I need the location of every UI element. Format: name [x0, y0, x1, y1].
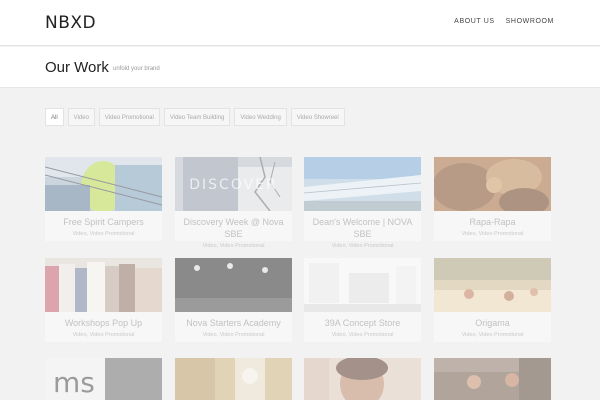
project-card-row3-1[interactable]: ms: [45, 358, 162, 400]
filter-video-team-building[interactable]: Video Team Building: [163, 108, 231, 126]
project-title[interactable]: Free Spirit Campers: [45, 216, 162, 228]
project-card-nova-starters-academy[interactable]: Nova Starters Academy Video, Video Promo…: [175, 258, 292, 342]
project-thumbnail[interactable]: [304, 258, 421, 312]
filter-video-showreel[interactable]: Video Showreel: [290, 108, 345, 126]
project-categories: Video, Video Promotional: [72, 231, 135, 237]
project-card-row3-3[interactable]: [304, 358, 421, 400]
project-card-free-spirit-campers[interactable]: Free Spirit Campers Video, Video Promoti…: [45, 157, 162, 241]
project-categories: Video, Video Promotional: [331, 243, 394, 249]
project-card-discovery-week[interactable]: DISCOVER Discovery Week @ Nova SBE Video…: [175, 157, 292, 249]
filter-all[interactable]: All: [45, 108, 64, 126]
main-nav: ABOUT US SHOWROOM: [454, 18, 554, 25]
portfolio-filters: All Video Video Promotional Video Team B…: [45, 108, 345, 126]
project-categories: Video, Video Promotional: [72, 332, 135, 338]
project-card-row3-4[interactable]: [434, 358, 551, 400]
filter-video-wedding[interactable]: Video Wedding: [234, 108, 287, 126]
project-title[interactable]: Dean's Welcome | NOVA SBE: [304, 216, 421, 240]
page-title-bar: Our Work unfold your brand: [0, 47, 600, 88]
project-thumbnail[interactable]: [434, 157, 551, 211]
project-thumbnail[interactable]: [45, 258, 162, 312]
project-categories: Video, Video Promotional: [461, 332, 524, 338]
filter-video-promotional[interactable]: Video Promotional: [98, 108, 160, 126]
project-card-origama[interactable]: Origama Video, Video Promotional: [434, 258, 551, 342]
nav-showroom[interactable]: SHOWROOM: [506, 18, 554, 25]
project-thumbnail[interactable]: DISCOVER: [175, 157, 292, 211]
project-thumbnail[interactable]: [434, 358, 551, 400]
project-title[interactable]: Workshops Pop Up: [45, 317, 162, 329]
project-title[interactable]: Nova Starters Academy: [175, 317, 292, 329]
project-card-rapa-rapa[interactable]: Rapa-Rapa Video, Video Promotional: [434, 157, 551, 241]
project-thumbnail[interactable]: [175, 258, 292, 312]
site-logo[interactable]: NBXD: [45, 13, 96, 33]
project-thumbnail[interactable]: [304, 358, 421, 400]
project-thumbnail[interactable]: [434, 258, 551, 312]
project-title[interactable]: Discovery Week @ Nova SBE: [175, 216, 292, 240]
project-thumbnail[interactable]: [175, 358, 292, 400]
project-title[interactable]: Origama: [434, 317, 551, 329]
project-title[interactable]: Rapa-Rapa: [434, 216, 551, 228]
project-card-39a-concept-store[interactable]: 39A Concept Store Video, Video Promotion…: [304, 258, 421, 342]
site-header: NBXD ABOUT US SHOWROOM: [0, 0, 600, 46]
project-card-workshops-pop-up[interactable]: Workshops Pop Up Video, Video Promotiona…: [45, 258, 162, 342]
project-thumbnail[interactable]: [304, 157, 421, 211]
project-categories: Video, Video Promotional: [331, 332, 394, 338]
project-categories: Video, Video Promotional: [461, 231, 524, 237]
project-thumbnail[interactable]: ms: [45, 358, 162, 400]
nav-about-us[interactable]: ABOUT US: [454, 18, 494, 25]
page-title: Our Work: [45, 59, 109, 76]
project-card-deans-welcome[interactable]: Dean's Welcome | NOVA SBE Video, Video P…: [304, 157, 421, 249]
project-title[interactable]: 39A Concept Store: [304, 317, 421, 329]
project-card-row3-2[interactable]: [175, 358, 292, 400]
project-categories: Video, Video Promotional: [202, 243, 265, 249]
filter-video[interactable]: Video: [67, 108, 95, 126]
project-thumbnail[interactable]: [45, 157, 162, 211]
page-tagline: unfold your brand: [113, 66, 160, 72]
project-categories: Video, Video Promotional: [202, 332, 265, 338]
